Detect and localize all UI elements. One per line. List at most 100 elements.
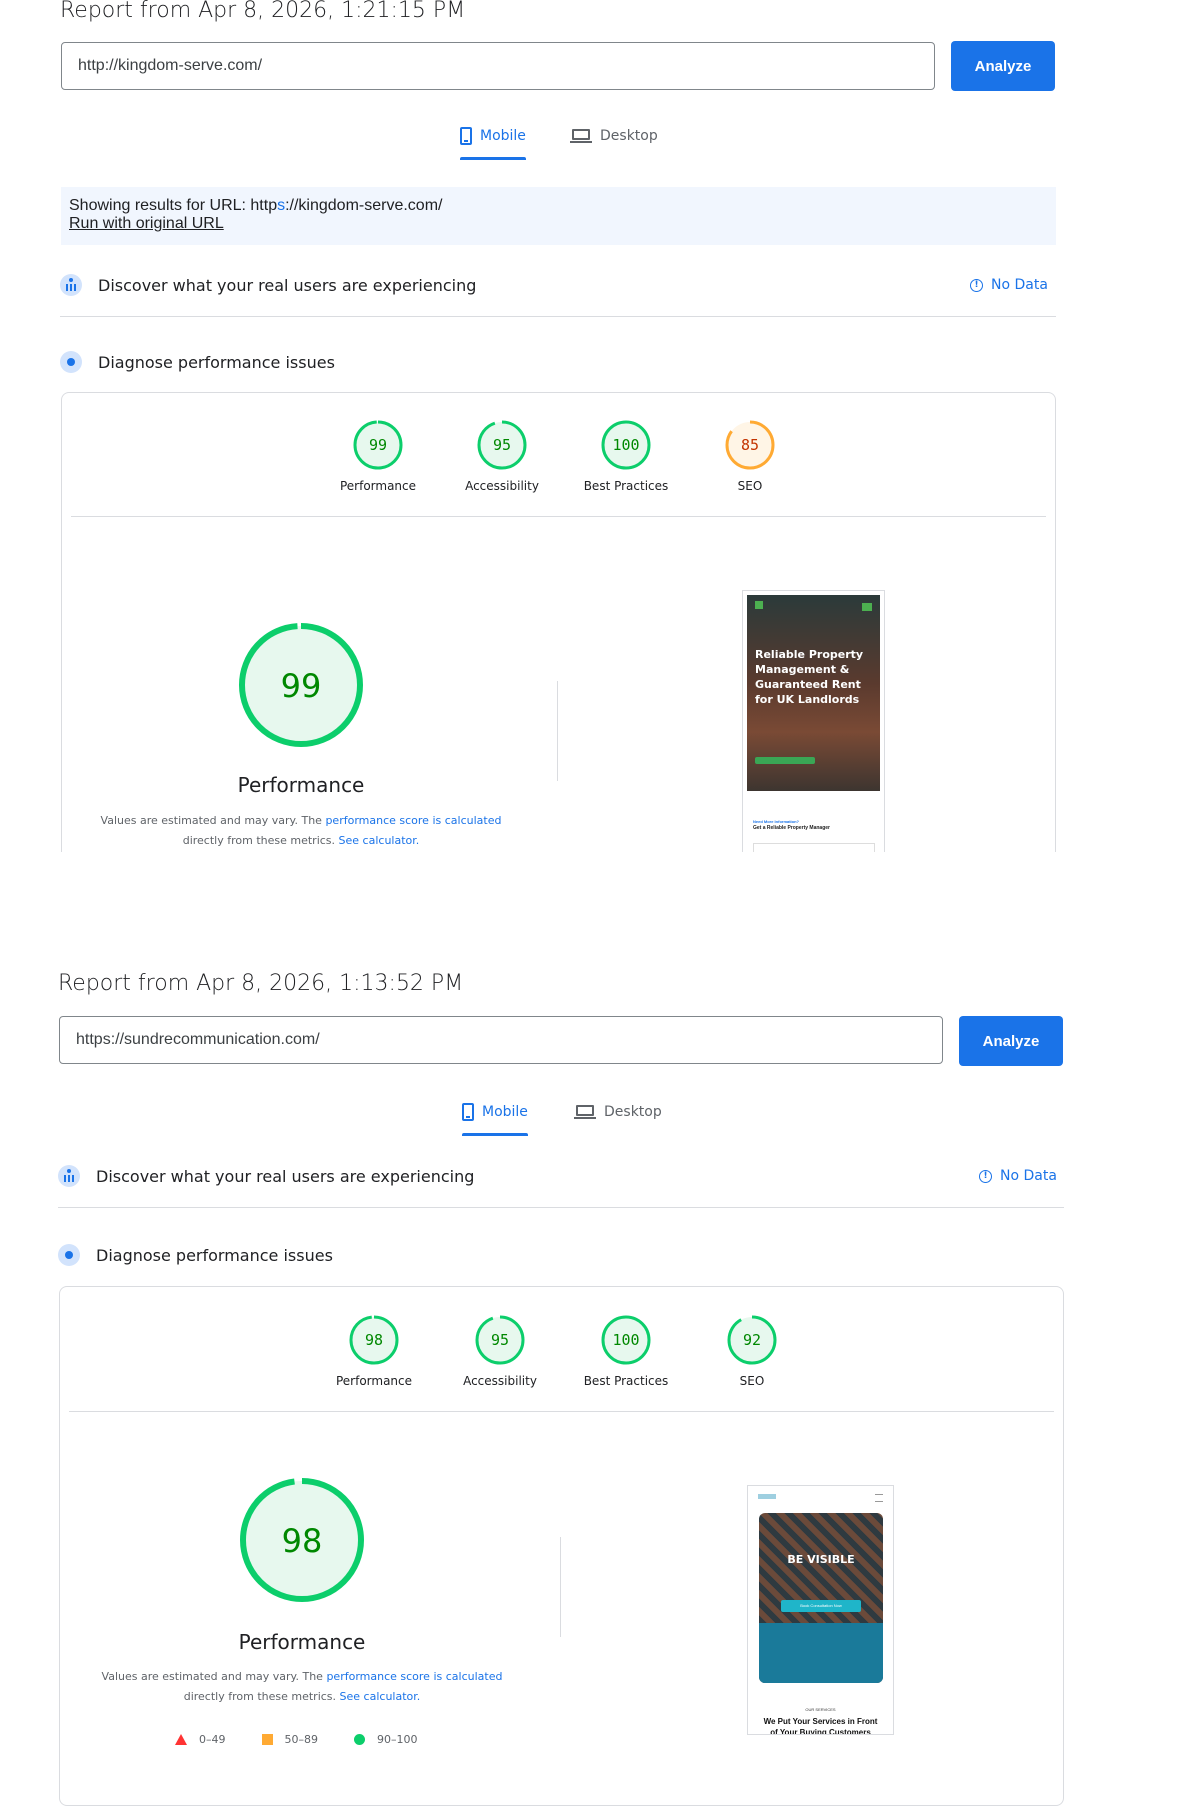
tab-mobile-label: Mobile xyxy=(480,128,526,144)
diagnose-title: Diagnose performance issues xyxy=(98,352,335,372)
device-tabs: Mobile Desktop xyxy=(460,118,700,160)
screenshot-form-kicker: Need More Information? xyxy=(753,819,800,824)
svg-text:100: 100 xyxy=(612,436,639,454)
score-gauge-accessibility[interactable]: 95 Accessibility xyxy=(447,419,557,493)
tab-desktop[interactable]: Desktop xyxy=(570,118,658,154)
report-title: Report from Apr 8, 2026, 1:13:52 PM xyxy=(58,971,464,996)
divider xyxy=(58,1207,1064,1208)
score-label: SEO xyxy=(739,1374,765,1388)
green-circle-icon xyxy=(354,1734,365,1745)
users-icon xyxy=(58,1165,80,1187)
main-performance-label: Performance xyxy=(238,1630,366,1654)
screenshot-hero-title: BE VISIBLE xyxy=(787,1553,855,1566)
phone-icon xyxy=(460,127,472,145)
screenshot-hero: Reliable Property Management & Guarantee… xyxy=(747,595,880,791)
report-kingdom-serve: Report from Apr 8, 2026, 1:21:15 PM http… xyxy=(0,0,1202,860)
tab-mobile[interactable]: Mobile xyxy=(462,1094,528,1136)
url-input[interactable]: http://kingdom-serve.com/ xyxy=(61,42,935,90)
diagnose-icon xyxy=(60,351,82,373)
device-tabs: Mobile Desktop xyxy=(462,1094,702,1136)
vertical-divider xyxy=(560,1537,561,1637)
svg-text:95: 95 xyxy=(491,1331,509,1349)
score-label: SEO xyxy=(737,479,763,493)
lighthouse-card: 99 Performance 95 Accessibility 100 Best… xyxy=(61,392,1056,852)
score-gauge-best-practices[interactable]: 100 Best Practices xyxy=(571,1314,681,1388)
diagnose-icon xyxy=(58,1244,80,1266)
analyze-button[interactable]: Analyze xyxy=(959,1016,1063,1066)
diagnose-title: Diagnose performance issues xyxy=(96,1245,333,1265)
score-gauge-performance[interactable]: 99 Performance xyxy=(323,419,433,493)
svg-text:95: 95 xyxy=(493,436,511,454)
divider xyxy=(69,1411,1054,1412)
svg-text:100: 100 xyxy=(612,1331,639,1349)
field-data-section[interactable]: Discover what your real users are experi… xyxy=(58,1161,474,1191)
report-sundrecommunication: Report from Apr 8, 2026, 1:13:52 PM http… xyxy=(0,960,1202,1806)
see-calculator-link[interactable]: See calculator. xyxy=(340,1690,421,1703)
tab-mobile[interactable]: Mobile xyxy=(460,118,526,160)
url-redirect-notice: Showing results for URL: https://kingdom… xyxy=(61,187,1056,245)
svg-text:98: 98 xyxy=(365,1331,383,1349)
tab-desktop-label: Desktop xyxy=(600,128,658,144)
diagnose-section: Diagnose performance issues xyxy=(60,347,335,377)
screenshot-hero-title: Reliable Property Management & Guarantee… xyxy=(755,648,864,706)
laptop-icon xyxy=(570,129,592,143)
main-performance-gauge: 99 xyxy=(237,621,365,749)
performance-note: Values are estimated and may vary. The p… xyxy=(100,814,502,847)
score-calc-link[interactable]: performance score is calculated xyxy=(326,1670,502,1683)
main-performance-gauge: 98 xyxy=(238,1476,366,1604)
users-icon xyxy=(60,274,82,296)
field-data-title: Discover what your real users are experi… xyxy=(96,1166,475,1186)
analyze-button[interactable]: Analyze xyxy=(951,41,1055,91)
svg-text:92: 92 xyxy=(743,1331,761,1349)
divider xyxy=(60,316,1056,317)
run-original-url-link[interactable]: Run with original URL xyxy=(69,215,224,232)
score-gauge-best-practices[interactable]: 100 Best Practices xyxy=(571,419,681,493)
no-data-status[interactable]: ! No Data xyxy=(979,1168,1057,1184)
vertical-divider xyxy=(557,681,558,781)
field-data-title: Discover what your real users are experi… xyxy=(98,275,477,295)
page-screenshot: Reliable Property Management & Guarantee… xyxy=(742,590,885,852)
score-label: Accessibility xyxy=(463,1374,537,1388)
score-label: Performance xyxy=(339,479,417,493)
page-screenshot: BE VISIBLE Book Consultation Now OUR SER… xyxy=(747,1485,894,1735)
screenshot-cta: Book Consultation Now xyxy=(781,1600,861,1612)
performance-note: Values are estimated and may vary. The p… xyxy=(101,1670,503,1703)
screenshot-services-kicker: OUR SERVICES xyxy=(805,1707,836,1712)
screenshot-form-title: Get a Reliable Property Manager xyxy=(753,825,830,831)
laptop-icon xyxy=(574,1105,596,1119)
legend-fail: 0–49 xyxy=(175,1733,226,1746)
info-icon: ! xyxy=(979,1169,992,1183)
lighthouse-card: 98 Performance 95 Accessibility 100 Best… xyxy=(59,1286,1064,1806)
score-label: Accessibility xyxy=(465,479,539,493)
phone-icon xyxy=(462,1103,474,1121)
score-gauge-seo[interactable]: 85 SEO xyxy=(695,419,805,493)
screenshot-hero: BE VISIBLE Book Consultation Now xyxy=(759,1513,883,1683)
see-calculator-link[interactable]: See calculator. xyxy=(339,834,420,847)
legend-pass: 90–100 xyxy=(354,1733,418,1746)
svg-text:99: 99 xyxy=(369,436,387,454)
report-title: Report from Apr 8, 2026, 1:21:15 PM xyxy=(60,0,466,23)
tab-mobile-label: Mobile xyxy=(482,1104,528,1120)
tab-desktop-label: Desktop xyxy=(604,1104,662,1120)
score-calc-link[interactable]: performance score is calculated xyxy=(325,814,501,827)
svg-text:99: 99 xyxy=(281,667,322,705)
score-legend: 0–49 50–89 90–100 xyxy=(175,1733,418,1746)
orange-square-icon xyxy=(261,1734,273,1745)
svg-text:85: 85 xyxy=(741,436,759,454)
svg-text:98: 98 xyxy=(282,1522,323,1560)
main-performance-label: Performance xyxy=(237,773,365,797)
tab-desktop[interactable]: Desktop xyxy=(574,1094,662,1130)
score-label: Best Practices xyxy=(583,479,669,493)
url-input[interactable]: https://sundrecommunication.com/ xyxy=(59,1016,943,1064)
score-label: Performance xyxy=(335,1374,413,1388)
field-data-section[interactable]: Discover what your real users are experi… xyxy=(60,270,476,300)
diagnose-section: Diagnose performance issues xyxy=(58,1240,333,1270)
no-data-status[interactable]: ! No Data xyxy=(970,277,1048,293)
screenshot-services-title: We Put Your Services in Front of Your Bu… xyxy=(763,1717,878,1735)
score-gauge-seo[interactable]: 92 SEO xyxy=(697,1314,807,1388)
red-triangle-icon xyxy=(175,1734,187,1745)
notice-text: Showing results for URL: https://kingdom… xyxy=(69,197,443,214)
score-gauge-performance[interactable]: 98 Performance xyxy=(319,1314,429,1388)
score-label: Best Practices xyxy=(583,1374,669,1388)
score-gauge-accessibility[interactable]: 95 Accessibility xyxy=(445,1314,555,1388)
